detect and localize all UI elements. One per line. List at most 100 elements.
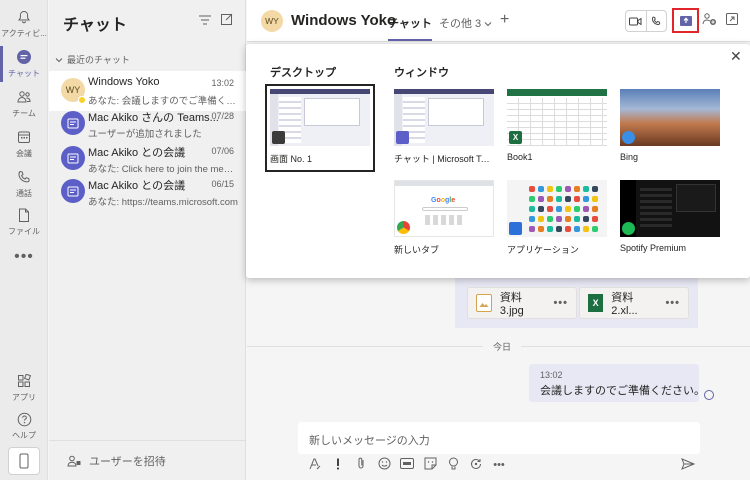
chat-item-meeting[interactable]: Mac Akiko との会議 あなた: https://teams.micros… [49, 172, 246, 212]
new-chat-icon[interactable] [221, 13, 233, 28]
app-tile-icon [547, 226, 553, 232]
compose-box[interactable]: 新しいメッセージの入力 [298, 422, 700, 454]
mobile-icon [19, 453, 29, 469]
rail-item-chat[interactable]: チャット [0, 46, 48, 82]
share-tray: ✕ デスクトップ ウィンドウ 画面 No. 1 チャット | Microsoft… [246, 44, 750, 278]
chat-preview: ユーザーが追加されました [88, 129, 202, 140]
tab-chat[interactable]: チャット [388, 15, 432, 41]
app-tile-icon [565, 226, 571, 232]
rail-label: アクティビ... [1, 29, 47, 38]
more-apps-icon[interactable]: ••• [0, 248, 48, 266]
popout-icon[interactable] [726, 13, 738, 28]
share-option-desktop[interactable]: 画面 No. 1 [270, 89, 370, 165]
attachment-card-xlsx[interactable]: X 資料2.xl... ••• [579, 287, 689, 319]
chat-name: Mac Akiko との会議 [88, 180, 186, 192]
device-button[interactable] [8, 447, 40, 475]
share-option-applications-window[interactable]: アプリケーション [507, 180, 607, 256]
add-tab-button[interactable]: + [500, 11, 509, 29]
window-thumbnail [394, 89, 494, 146]
more-icon[interactable]: ••• [491, 459, 507, 471]
rail-item-calls[interactable]: 通話 [0, 168, 48, 199]
window-thumbnail: X [507, 89, 607, 146]
chat-date: 07/28 [211, 111, 234, 121]
share-option-label: チャット | Microsoft Teams [394, 154, 494, 164]
add-people-icon[interactable] [702, 12, 718, 29]
excel-app-icon: X [509, 131, 522, 144]
app-tile-icon [529, 216, 535, 222]
app-tile-icon [538, 196, 544, 202]
share-option-chrome-window[interactable]: Google 新しいタブ [394, 180, 494, 256]
message-bubble[interactable]: 13:02 会議しますのでご準備ください。 [529, 364, 705, 402]
invite-user-button[interactable]: ユーザーを招待 [49, 440, 246, 480]
meeting-icon [61, 111, 85, 135]
app-tile-icon [538, 186, 544, 192]
app-tile-icon [565, 186, 571, 192]
app-tile-icon [583, 216, 589, 222]
call-buttons [625, 10, 667, 32]
rail-item-teams[interactable]: チーム [0, 88, 48, 119]
app-tile-icon [529, 186, 535, 192]
rail-label: 通話 [16, 189, 32, 198]
attach-icon[interactable] [353, 457, 369, 473]
loop-icon[interactable] [468, 458, 484, 473]
desktop-thumbnail [270, 89, 370, 146]
emoji-icon[interactable] [376, 457, 392, 473]
rail-item-help[interactable]: ヘルプ [0, 410, 48, 441]
share-option-spotify-window[interactable]: Spotify Premium [620, 180, 720, 253]
rail-item-activity[interactable]: アクティビ... [0, 8, 48, 39]
apps-icon [14, 372, 34, 390]
share-option-label: アプリケーション [507, 245, 579, 255]
section-label: 最近のチャット [67, 55, 130, 65]
rail-label: ヘルプ [12, 431, 36, 440]
app-tile-icon [592, 206, 598, 212]
close-icon[interactable]: ✕ [730, 48, 742, 65]
important-icon[interactable] [330, 458, 346, 473]
rail-label: チャット [8, 69, 40, 78]
add-user-icon [67, 455, 81, 466]
screen-icon [272, 131, 285, 144]
message-text: 会議しますのでご準備ください。 [540, 385, 705, 397]
sticker-icon[interactable] [422, 457, 438, 473]
meeting-icon [61, 179, 85, 203]
rail-item-calendar[interactable]: 会議 [0, 128, 48, 159]
app-tile-icon [574, 226, 580, 232]
share-option-teams-window[interactable]: チャット | Microsoft Teams [394, 89, 494, 165]
gif-icon[interactable] [399, 458, 415, 472]
recent-chats-header[interactable]: 最近のチャット [55, 53, 130, 66]
more-options-icon[interactable]: ••• [553, 297, 568, 309]
send-icon[interactable] [681, 458, 696, 473]
chat-list-pane: チャット 最近のチャット WY Windows Yoko あなた: 会議しますの… [49, 0, 246, 480]
more-options-icon[interactable]: ••• [665, 297, 680, 309]
share-screen-button[interactable] [672, 8, 699, 33]
app-tile-icon [583, 206, 589, 212]
chat-item-meeting[interactable]: Mac Akiko さんの Teams... ユーザーが追加されました 07/2… [49, 104, 246, 144]
share-option-bing-window[interactable]: Bing [620, 89, 720, 162]
rail-item-files[interactable]: ファイル [0, 206, 48, 237]
help-icon [14, 410, 34, 428]
app-tile-icon [547, 216, 553, 222]
attachment-name: 資料3.jpg [499, 292, 524, 317]
app-tile-icon [538, 226, 544, 232]
filter-icon[interactable] [199, 14, 211, 28]
image-file-icon [476, 294, 492, 312]
app-tile-icon [583, 186, 589, 192]
video-call-button[interactable] [626, 11, 646, 31]
app-tile-icon [574, 216, 580, 222]
format-icon[interactable] [307, 458, 323, 473]
chat-date: 07/06 [211, 146, 234, 156]
meet-icon[interactable] [445, 457, 461, 473]
rail-item-apps[interactable]: アプリ [0, 372, 48, 403]
app-tile-icon [592, 196, 598, 202]
invite-label: ユーザーを招待 [89, 455, 166, 468]
chat-date: 13:02 [211, 78, 234, 88]
chat-name: Mac Akiko との会議 [88, 147, 186, 159]
app-tile-icon [574, 186, 580, 192]
audio-call-button[interactable] [645, 11, 667, 31]
status-badge [78, 96, 86, 104]
app-tile-icon [556, 206, 562, 212]
share-option-excel-window[interactable]: X Book1 [507, 89, 607, 162]
compose-toolbar: ••• [307, 457, 507, 473]
tab-more[interactable]: その他 3 [439, 15, 492, 31]
app-tile-icon [547, 206, 553, 212]
attachment-card-jpg[interactable]: 資料3.jpg ••• [467, 287, 577, 319]
